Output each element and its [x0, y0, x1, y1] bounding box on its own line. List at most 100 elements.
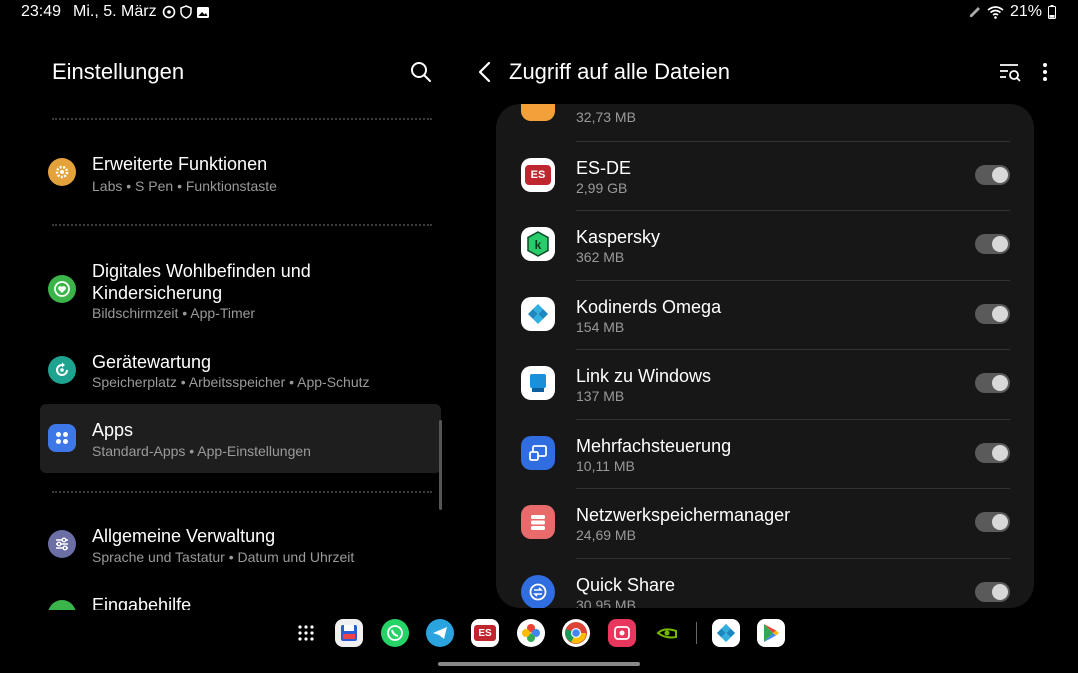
storage-icon[interactable] — [335, 619, 363, 647]
row-divider — [576, 558, 1010, 559]
pen-icon — [969, 7, 980, 17]
setting-title: Gerätewartung — [92, 352, 212, 372]
setting-title: Eingabehilfe — [92, 595, 192, 610]
apps-grid-icon — [48, 424, 76, 452]
app-row[interactable]: Netzwerkspeichermanager 24,69 MB — [496, 488, 1034, 557]
access-toggle[interactable] — [975, 443, 1010, 463]
setting-title-line2: Kindersicherung — [92, 283, 223, 303]
app-name: Link zu Windows — [576, 366, 712, 386]
orange-app-icon — [521, 104, 555, 121]
more-options-icon[interactable] — [1036, 61, 1054, 83]
row-divider — [576, 349, 1010, 350]
app-name: Kaspersky — [576, 227, 661, 247]
network-storage-icon — [521, 505, 555, 539]
battery-percent: 21% — [1009, 3, 1042, 20]
app-name: Mehrfachsteuerung — [576, 436, 732, 456]
multi-control-icon — [521, 436, 555, 470]
sync-icon — [162, 5, 176, 19]
setting-digital-wellbeing[interactable]: Digitales Wohlbefinden und Kindersicheru… — [40, 258, 441, 324]
kodi-icon — [521, 297, 555, 331]
divider — [52, 224, 432, 226]
app-drawer-icon[interactable] — [297, 624, 315, 642]
play-store-icon[interactable] — [757, 619, 785, 647]
gear-flower-icon — [48, 158, 76, 186]
setting-device-care[interactable]: Gerätewartung Speicherplatz • Arbeitsspe… — [40, 346, 441, 396]
app-size: 137 MB — [576, 388, 625, 404]
sliders-icon — [48, 530, 76, 558]
battery-icon — [1048, 5, 1056, 19]
app-row[interactable]: Link zu Windows 137 MB — [496, 349, 1034, 418]
nvidia-icon[interactable] — [653, 619, 681, 647]
app-size: 10,11 MB — [576, 458, 635, 474]
status-notification-icons — [162, 3, 210, 21]
setting-accessibility[interactable]: Eingabehilfe — [40, 588, 441, 610]
chrome-icon[interactable] — [562, 619, 590, 647]
divider — [52, 118, 432, 120]
app-size: 30,95 MB — [576, 597, 636, 608]
access-toggle[interactable] — [975, 582, 1010, 602]
setting-subtitle: Labs • S Pen • Funktionstaste — [92, 178, 277, 194]
setting-general-management[interactable]: Allgemeine Verwaltung Sprache und Tastat… — [40, 520, 441, 570]
status-date: Mi., 5. März — [73, 3, 157, 20]
access-toggle[interactable] — [975, 373, 1010, 393]
app-size: 154 MB — [576, 319, 625, 335]
setting-title: Allgemeine Verwaltung — [92, 526, 276, 546]
quick-share-icon — [521, 575, 555, 608]
es-de-icon: ES — [521, 158, 555, 192]
row-divider — [576, 280, 1010, 281]
screen-recorder-icon[interactable] — [608, 619, 636, 647]
shield-icon — [180, 5, 192, 19]
divider — [52, 491, 432, 493]
back-arrow-icon[interactable] — [475, 60, 495, 84]
wifi-icon — [987, 5, 1004, 19]
setting-title: Erweiterte Funktionen — [92, 154, 268, 174]
dock-divider — [696, 622, 697, 644]
row-divider — [576, 141, 1010, 142]
app-row[interactable]: Kodinerds Omega 154 MB — [496, 280, 1034, 349]
row-divider — [576, 488, 1010, 489]
setting-advanced-features[interactable]: Erweiterte Funktionen Labs • S Pen • Fun… — [40, 148, 441, 198]
setting-subtitle: Bildschirmzeit • App-Timer — [92, 305, 256, 321]
link-to-windows-icon — [521, 366, 555, 400]
whatsapp-icon[interactable] — [381, 619, 409, 647]
app-name: Kodinerds Omega — [576, 297, 722, 317]
search-icon[interactable] — [409, 60, 433, 84]
app-row[interactable]: Mehrfachsteuerung 10,11 MB — [496, 419, 1034, 488]
refresh-circle-icon — [48, 356, 76, 384]
row-divider — [576, 419, 1010, 420]
kodi-dock-icon[interactable] — [712, 619, 740, 647]
access-toggle[interactable] — [975, 165, 1010, 185]
setting-subtitle: Standard-Apps • App-Einstellungen — [92, 443, 311, 459]
accessibility-icon — [48, 600, 76, 610]
setting-title: Apps — [92, 420, 134, 440]
setting-title: Digitales Wohlbefinden und — [92, 261, 311, 281]
access-toggle[interactable] — [975, 512, 1010, 532]
app-size: 24,69 MB — [576, 527, 636, 543]
status-right: 21% — [969, 3, 1056, 21]
filter-search-icon[interactable] — [998, 61, 1022, 83]
heart-circle-icon — [48, 275, 76, 303]
scrollbar[interactable] — [439, 420, 442, 510]
app-row[interactable]: Quick Share 30,95 MB — [496, 558, 1034, 608]
kaspersky-icon: k — [521, 227, 555, 261]
app-size: 32,73 MB — [576, 109, 636, 125]
app-row[interactable]: k Kaspersky 362 MB — [496, 210, 1034, 279]
app-size: 362 MB — [576, 249, 625, 265]
app-row[interactable]: ES ES-DE 2,99 GB — [496, 141, 1034, 210]
setting-subtitle: Speicherplatz • Arbeitsspeicher • App-Sc… — [92, 374, 370, 390]
telegram-icon[interactable] — [426, 619, 454, 647]
app-name: Netzwerkspeichermanager — [576, 505, 791, 525]
setting-subtitle: Sprache und Tastatur • Datum und Uhrzeit — [92, 549, 355, 565]
row-divider — [576, 210, 1010, 211]
photos-icon[interactable] — [517, 619, 545, 647]
es-de-dock-icon[interactable]: ES — [471, 619, 499, 647]
app-name: ES-DE — [576, 158, 632, 178]
home-indicator[interactable] — [438, 662, 640, 666]
access-toggle[interactable] — [975, 234, 1010, 254]
setting-apps[interactable]: Apps Standard-Apps • App-Einstellungen — [40, 404, 441, 473]
app-list-card: 32,73 MB ES ES-DE 2,99 GB k Kaspersky 36… — [496, 104, 1034, 608]
svg-text:k: k — [535, 238, 542, 252]
app-row[interactable]: 32,73 MB — [496, 104, 1034, 140]
access-toggle[interactable] — [975, 304, 1010, 324]
status-time: 23:49 — [21, 3, 62, 20]
